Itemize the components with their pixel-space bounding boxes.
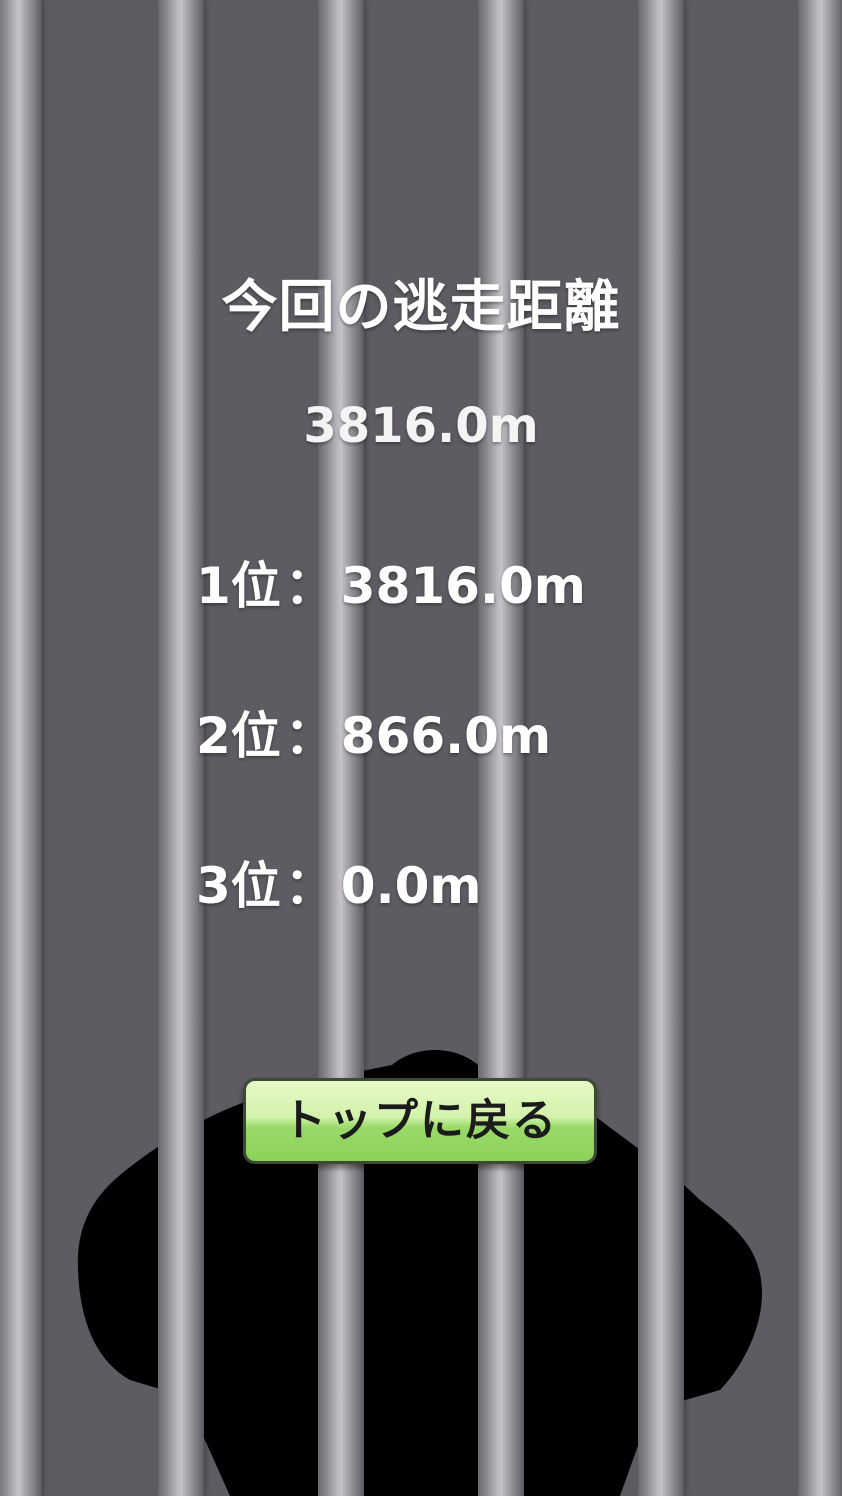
rank-label: 2位 xyxy=(196,707,281,765)
rank-value: 866.0m xyxy=(340,707,552,765)
rank-separator: ： xyxy=(284,557,335,615)
rank-separator: ： xyxy=(284,707,335,765)
back-to-top-label: トップに戻る xyxy=(282,1095,558,1146)
rank-label: 1位 xyxy=(196,557,281,615)
rank-separator: ： xyxy=(284,857,335,915)
rank-value: 3816.0m xyxy=(340,557,586,615)
prison-bar xyxy=(798,0,842,1496)
rank-value: 0.0m xyxy=(340,857,482,915)
back-to-top-button[interactable]: トップに戻る xyxy=(243,1078,597,1164)
ranking-row-2: 2位： 866.0m xyxy=(196,696,551,768)
ranking-row-3: 3位： 0.0m xyxy=(196,846,481,918)
prison-bar xyxy=(0,0,42,1496)
rank-label: 3位 xyxy=(196,857,281,915)
game-over-screen: 今回の逃走距離 3816.0m 1位： 3816.0m 2位： 866.0m 3位：… xyxy=(0,0,842,1496)
ranking-row-1: 1位： 3816.0m xyxy=(196,546,586,618)
current-distance: 3816.0m xyxy=(303,398,539,454)
prison-bar xyxy=(638,0,684,1496)
result-title: 今回の逃走距離 xyxy=(221,275,621,340)
